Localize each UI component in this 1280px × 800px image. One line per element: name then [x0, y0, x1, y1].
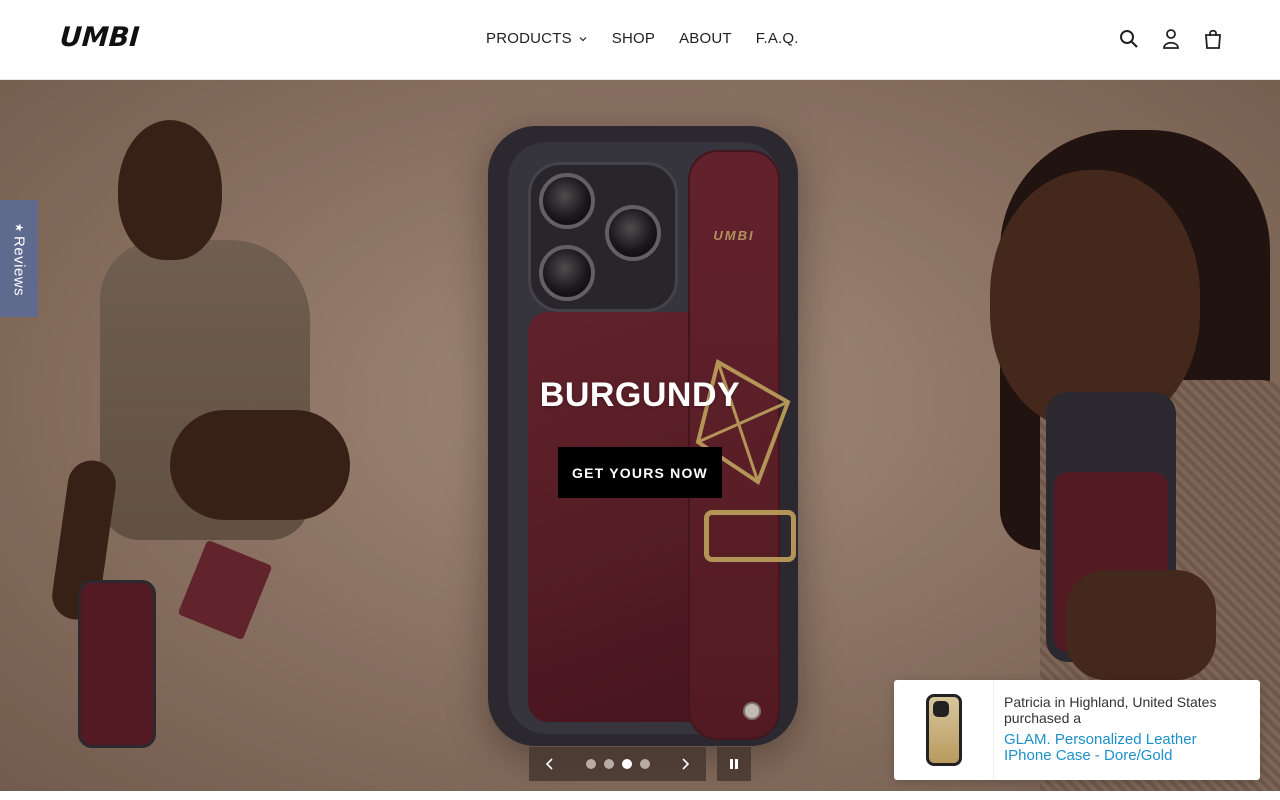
slide-dots [585, 759, 650, 769]
cart-icon [1205, 29, 1221, 49]
chevron-down-icon [579, 36, 587, 41]
notification-product-link[interactable]: GLAM. Personalized Leather IPhone Case -… [1004, 732, 1246, 764]
nav-shop[interactable]: SHOP [612, 30, 655, 47]
previous-slide-button[interactable] [543, 757, 557, 771]
slideshow-controls [529, 747, 706, 781]
pause-slideshow-button[interactable] [717, 747, 751, 781]
chevron-left-icon [545, 758, 553, 770]
nav-products[interactable]: PRODUCTS [486, 30, 588, 47]
reviews-tab-label: Reviews [10, 235, 28, 297]
site-header: UMBI PRODUCTS SHOP ABOUT F.A.Q. [0, 0, 1280, 80]
cart-button[interactable] [1202, 26, 1224, 52]
notification-product-image [894, 680, 994, 780]
slide-dot[interactable] [585, 759, 596, 769]
star-icon: ★ [12, 222, 25, 233]
pause-icon [730, 759, 738, 769]
slide-dot[interactable] [639, 759, 650, 769]
notification-buyer-text: Patricia in Highland, United States purc… [1004, 694, 1217, 726]
nav-products-label: PRODUCTS [486, 30, 572, 47]
hero-title: BURGUNDY [539, 376, 741, 414]
reviews-tab[interactable]: ★ Reviews [0, 200, 38, 317]
account-icon [1163, 29, 1179, 49]
nav-about[interactable]: ABOUT [679, 30, 732, 47]
purchase-notification[interactable]: Patricia in Highland, United States purc… [894, 680, 1260, 780]
slide-dot[interactable] [621, 759, 632, 769]
account-button[interactable] [1160, 26, 1182, 52]
brand-logo[interactable]: UMBI [59, 22, 141, 53]
search-icon [1120, 30, 1138, 48]
next-slide-button[interactable] [678, 757, 692, 771]
chevron-right-icon [682, 758, 690, 770]
slide-dot[interactable] [603, 759, 614, 769]
header-icons [1118, 26, 1224, 52]
main-nav: PRODUCTS SHOP ABOUT F.A.Q. [486, 30, 823, 47]
get-yours-now-button[interactable]: GET YOURS NOW [558, 447, 722, 498]
search-button[interactable] [1118, 26, 1140, 52]
nav-faq[interactable]: F.A.Q. [756, 30, 799, 47]
